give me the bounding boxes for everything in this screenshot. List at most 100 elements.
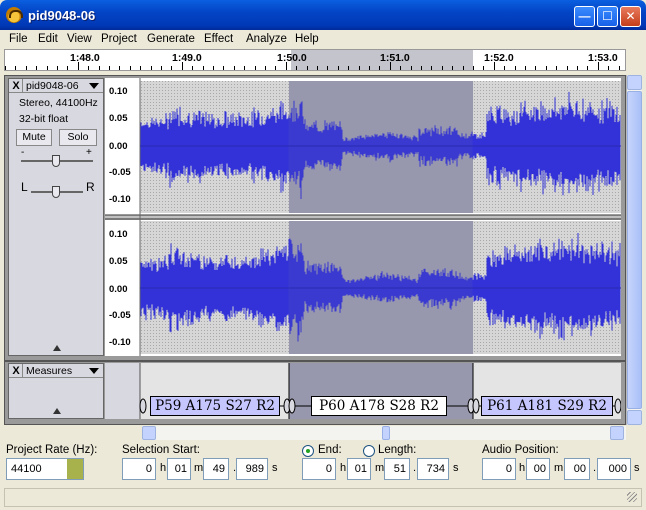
ruler-tick <box>15 66 17 70</box>
ruler-tick <box>566 66 568 70</box>
ruler-tick <box>223 66 225 70</box>
horizontal-scrollbar[interactable] <box>142 426 626 440</box>
scale-label: 0.00 <box>109 284 128 295</box>
ruler-label: 1:52.0 <box>484 52 514 64</box>
menu-analyze[interactable]: Analyze <box>246 33 287 45</box>
pan-left-label: L <box>21 180 28 194</box>
scroll-down-button[interactable] <box>627 410 642 425</box>
chevron-down-icon[interactable] <box>67 459 83 479</box>
ruler-label: 1:53.0 <box>588 52 618 64</box>
ruler-tick <box>597 62 599 70</box>
horizontal-scroll-thumb[interactable] <box>382 426 390 440</box>
track-format: Stereo, 44100Hz <box>19 97 98 109</box>
label-item[interactable]: P59 A175 S27 R2 <box>150 396 280 416</box>
collapse-track-icon[interactable] <box>53 345 61 351</box>
unit-m: m <box>194 462 204 474</box>
ruler-label: 1:49.0 <box>172 52 202 64</box>
ruler-label: 1:51.0 <box>380 52 410 64</box>
start-ms-field[interactable]: 989 <box>236 458 268 480</box>
ruler-tick <box>493 62 495 70</box>
scale-label: 0.10 <box>109 86 128 97</box>
ruler-tick <box>306 66 308 70</box>
ruler-tick <box>254 66 256 70</box>
ruler-tick <box>192 66 194 70</box>
menu-effect[interactable]: Effect <box>204 33 233 45</box>
ruler-tick <box>504 66 506 70</box>
ruler-tick <box>213 66 214 70</box>
start-hours-field[interactable]: 0 <box>122 458 156 480</box>
waveform-area[interactable]: 0.10 0.05 0.00 -0.05 -0.10 0.10 0.05 0.0… <box>105 78 621 356</box>
vertical-scrollbar[interactable] <box>626 75 642 425</box>
menu-view[interactable]: View <box>67 33 92 45</box>
start-minutes-field[interactable]: 01 <box>167 458 191 480</box>
ruler-tick <box>379 66 381 70</box>
label-track-control-panel: X Measures <box>8 363 104 419</box>
menu-edit[interactable]: Edit <box>38 33 58 45</box>
position-seconds-field[interactable]: 00 <box>564 458 590 480</box>
collapse-track-icon[interactable] <box>53 408 61 414</box>
ruler-tick <box>514 66 516 70</box>
dropdown-arrow-icon[interactable] <box>89 368 99 374</box>
menu-generate[interactable]: Generate <box>147 33 195 45</box>
end-hours-field[interactable]: 0 <box>302 458 336 480</box>
mute-button[interactable]: Mute <box>16 129 52 146</box>
gain-slider-thumb[interactable] <box>52 155 60 167</box>
dropdown-arrow-icon[interactable] <box>89 83 99 89</box>
label-track-name-menu[interactable]: Measures <box>26 365 72 377</box>
ruler-tick <box>369 66 370 70</box>
position-minutes-field[interactable]: 00 <box>526 458 550 480</box>
scroll-left-button[interactable] <box>142 426 156 440</box>
track-name-menu[interactable]: pid9048-06 <box>26 80 79 92</box>
track-close-button[interactable]: X <box>10 79 23 93</box>
ruler-tick <box>587 66 589 70</box>
start-seconds-field[interactable]: 49 <box>203 458 229 480</box>
ruler-tick <box>577 66 578 70</box>
menu-help[interactable]: Help <box>295 33 319 45</box>
project-rate-select[interactable]: 44100 <box>6 458 84 480</box>
selection-start-label: Selection Start: <box>122 444 200 456</box>
length-radio[interactable] <box>363 445 375 457</box>
pan-right-label: R <box>86 180 95 194</box>
end-ms-field[interactable]: 734 <box>417 458 449 480</box>
end-radio[interactable] <box>302 445 314 457</box>
menu-project[interactable]: Project <box>101 33 137 45</box>
end-minutes-field[interactable]: 01 <box>347 458 371 480</box>
unit-h: h <box>160 462 167 474</box>
ruler-tick <box>525 66 526 70</box>
label-track-close-button[interactable]: X <box>10 364 23 378</box>
solo-button[interactable]: Solo <box>59 129 97 146</box>
maximize-button[interactable]: ☐ <box>597 6 618 27</box>
ruler-tick <box>171 66 173 70</box>
ruler-tick <box>265 66 266 70</box>
scale-label: -0.05 <box>109 167 131 178</box>
scroll-right-button[interactable] <box>610 426 624 440</box>
resize-grip-icon[interactable] <box>627 492 637 502</box>
ruler-tick <box>431 66 433 70</box>
ruler-tick <box>275 66 277 70</box>
position-ms-field[interactable]: 000 <box>597 458 631 480</box>
ruler-tick <box>36 66 38 70</box>
end-seconds-field[interactable]: 51 <box>384 458 410 480</box>
timeline-ruler[interactable]: 1:48.0 1:49.0 1:50.0 1:51.0 1:52.0 1:53.… <box>4 49 626 71</box>
track-bit-depth: 32-bit float <box>19 113 69 125</box>
label-item[interactable]: P60 A178 S28 R2 <box>311 396 447 416</box>
position-hours-field[interactable]: 0 <box>482 458 516 480</box>
ruler-tick <box>421 66 422 70</box>
ruler-label: 1:50.0 <box>277 52 307 64</box>
label-item[interactable]: P61 A181 S29 R2 <box>481 396 613 416</box>
scale-label: 0.00 <box>109 141 128 152</box>
ruler-tick <box>57 66 58 70</box>
vertical-scroll-thumb[interactable] <box>627 91 642 409</box>
unit-s: s <box>634 462 640 474</box>
ruler-tick <box>129 66 131 70</box>
menu-file[interactable]: File <box>9 33 28 45</box>
ruler-tick <box>441 66 443 70</box>
audacity-app-icon <box>6 7 23 23</box>
ruler-tick <box>77 62 79 70</box>
scroll-up-button[interactable] <box>627 75 642 90</box>
close-button[interactable]: ✕ <box>620 6 641 27</box>
ruler-tick <box>88 66 90 70</box>
pan-slider-thumb[interactable] <box>52 186 60 198</box>
minimize-button[interactable]: — <box>574 6 595 27</box>
ruler-tick <box>140 66 142 70</box>
